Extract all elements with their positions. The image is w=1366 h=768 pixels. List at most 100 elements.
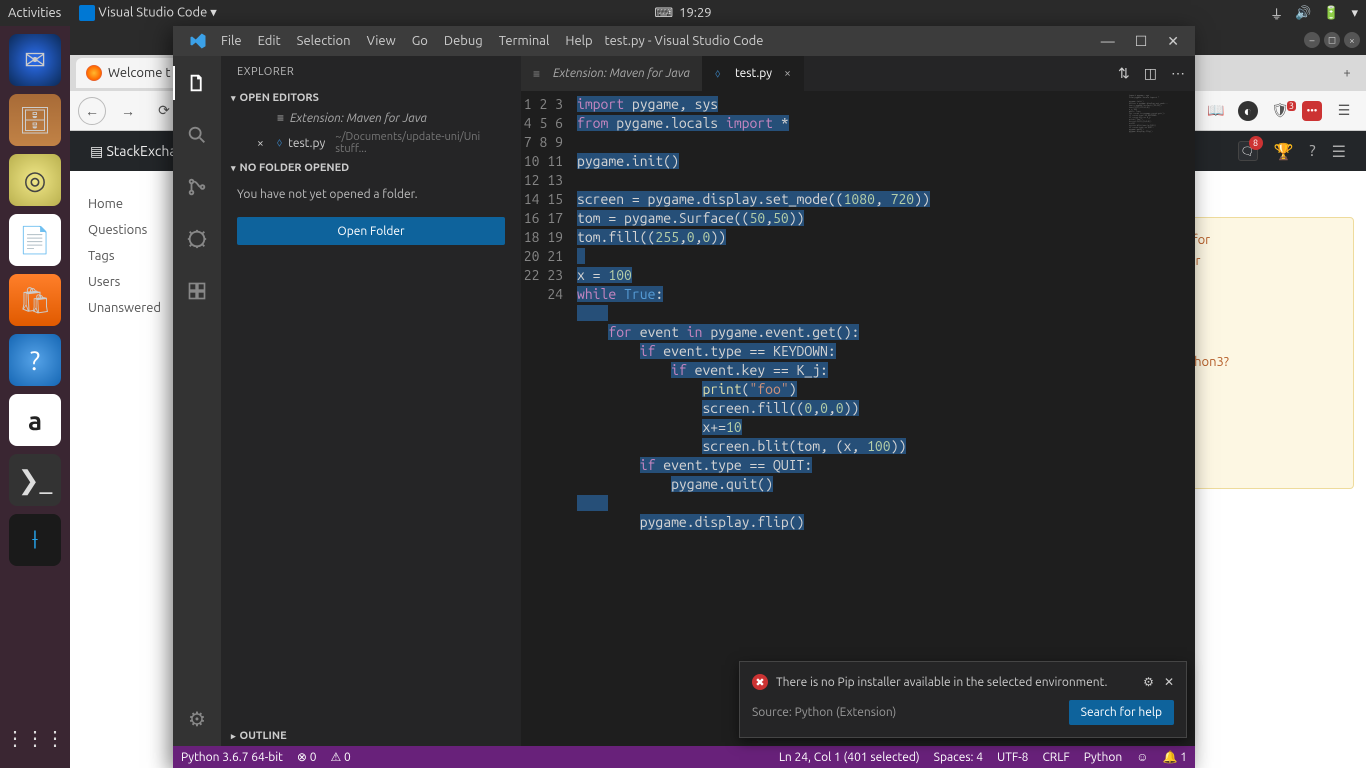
scm-icon[interactable] xyxy=(173,170,221,204)
reader-icon[interactable]: 📖 xyxy=(1202,97,1230,125)
status-python[interactable]: Python 3.6.7 64-bit xyxy=(181,751,283,764)
open-editor-testpy[interactable]: × ⬨ test.py ~/Documents/update-uni/Uni s… xyxy=(221,128,521,158)
writer-launcher[interactable]: 📄 xyxy=(9,214,61,266)
menu-go[interactable]: Go xyxy=(412,34,428,48)
status-feedback-icon[interactable]: ☺ xyxy=(1136,750,1148,764)
outline-section[interactable]: OUTLINE xyxy=(221,726,521,746)
compare-icon[interactable]: ⇅ xyxy=(1118,65,1130,82)
sidebar-item-home[interactable]: Home xyxy=(78,191,180,217)
list-icon: ≡ xyxy=(533,67,547,81)
status-language[interactable]: Python xyxy=(1084,751,1123,764)
status-bell-icon[interactable]: 🔔 1 xyxy=(1163,750,1187,764)
minimap[interactable]: import pygame, sysfrom pygame.locals imp… xyxy=(1125,91,1195,746)
python-file-icon: ⬨ xyxy=(277,136,282,150)
menu-help[interactable]: Help xyxy=(565,34,592,48)
activities-label[interactable]: Activities xyxy=(8,6,61,20)
search-for-help-button[interactable]: Search for help xyxy=(1069,700,1174,725)
ff-max-icon[interactable]: ◻ xyxy=(1324,32,1340,48)
vscode-menu: File Edit Selection View Go Debug Termin… xyxy=(221,34,593,48)
ff-close-icon[interactable]: × xyxy=(1344,32,1360,48)
ff-min-icon[interactable]: – xyxy=(1304,32,1320,48)
menu-file[interactable]: File xyxy=(221,34,242,48)
volume-icon[interactable]: 🔊 xyxy=(1295,6,1311,21)
rhythmbox-launcher[interactable]: ◎ xyxy=(9,154,61,206)
notification-toast: ✖ There is no Pip installer available in… xyxy=(739,661,1187,738)
thunderbird-launcher[interactable]: ✉ xyxy=(9,34,61,86)
open-editor-maven[interactable]: ≡ Extension: Maven for Java xyxy=(221,108,521,128)
menu-terminal[interactable]: Terminal xyxy=(499,34,550,48)
tab-maven[interactable]: ≡ Extension: Maven for Java xyxy=(521,56,703,91)
terminal-launcher[interactable]: ❯_ xyxy=(9,454,61,506)
new-tab-button[interactable]: + xyxy=(1336,62,1358,84)
notification-close-icon[interactable]: ✕ xyxy=(1164,675,1174,689)
back-button[interactable]: ← xyxy=(78,97,106,125)
status-warnings[interactable]: ⚠ 0 xyxy=(330,750,350,764)
sidebar-item-tags[interactable]: Tags xyxy=(78,243,180,269)
firefox-tab-label: Welcome t xyxy=(108,66,171,80)
open-folder-button[interactable]: Open Folder xyxy=(237,217,505,245)
status-bar: Python 3.6.7 64-bit ⊗ 0 ⚠ 0 Ln 24, Col 1… xyxy=(173,746,1195,768)
site-switcher-icon[interactable]: ☰ xyxy=(1332,142,1346,161)
close-tab-icon[interactable]: × xyxy=(784,67,791,80)
maximize-button[interactable]: ☐ xyxy=(1135,33,1148,50)
explorer-icon[interactable] xyxy=(173,66,221,100)
status-eol[interactable]: CRLF xyxy=(1042,751,1069,764)
status-encoding[interactable]: UTF-8 xyxy=(997,751,1028,764)
stackexchange-logo[interactable]: ▤ StackExcha xyxy=(90,143,177,160)
battery-icon[interactable]: 🔋 xyxy=(1323,6,1339,21)
amazon-launcher[interactable]: a xyxy=(9,394,61,446)
open-editors-section[interactable]: OPEN EDITORS xyxy=(221,88,521,108)
menu-edit[interactable]: Edit xyxy=(258,34,281,48)
keyboard-icon: ⌨ xyxy=(654,6,673,21)
files-launcher[interactable]: 🗄 xyxy=(9,94,61,146)
code-content[interactable]: import pygame, sys from pygame.locals im… xyxy=(577,91,1125,746)
activity-bar: ⚙ xyxy=(173,56,221,746)
code-editor[interactable]: 1 2 3 4 5 6 7 8 9 10 11 12 13 14 15 16 1… xyxy=(521,91,1195,746)
close-button[interactable]: ✕ xyxy=(1167,33,1179,50)
notification-gear-icon[interactable]: ⚙ xyxy=(1143,675,1154,689)
power-menu-icon[interactable]: ▾ xyxy=(1351,6,1358,21)
apps-grid-icon[interactable]: ⋮⋮⋮ xyxy=(5,726,65,750)
clock[interactable]: 19:29 xyxy=(679,6,712,20)
help-icon[interactable]: ? xyxy=(1309,142,1315,160)
active-app[interactable]: Visual Studio Code ▾ xyxy=(79,5,216,21)
vscode-logo-icon xyxy=(189,32,207,50)
sidebar-item-questions[interactable]: Questions xyxy=(78,217,180,243)
sidebar-item-unanswered[interactable]: Unanswered xyxy=(78,295,180,321)
vscode-icon xyxy=(79,5,95,21)
achievements-icon[interactable]: 🏆 xyxy=(1274,142,1294,161)
search-icon[interactable] xyxy=(173,118,221,152)
hamburger-icon[interactable]: ☰ xyxy=(1330,97,1358,125)
tab-testpy[interactable]: ⬨ test.py × xyxy=(703,56,804,91)
inbox-button[interactable]: 🗨8 xyxy=(1238,141,1258,161)
vscode-window: File Edit Selection View Go Debug Termin… xyxy=(173,26,1195,768)
status-errors[interactable]: ⊗ 0 xyxy=(297,750,317,764)
menu-selection[interactable]: Selection xyxy=(297,34,351,48)
firefox-tab-icon xyxy=(86,65,102,81)
settings-gear-icon[interactable]: ⚙ xyxy=(173,702,221,736)
more-actions-icon[interactable]: ⋯ xyxy=(1171,65,1185,82)
lastpass-icon[interactable]: ••• xyxy=(1302,101,1322,121)
list-icon: ≡ xyxy=(277,111,284,125)
forward-button[interactable]: → xyxy=(114,97,142,125)
firefox-tab[interactable]: Welcome t xyxy=(76,58,181,88)
status-cursor[interactable]: Ln 24, Col 1 (401 selected) xyxy=(779,751,920,764)
status-spaces[interactable]: Spaces: 4 xyxy=(934,751,983,764)
wifi-icon[interactable]: ⏚ xyxy=(1270,4,1283,23)
python-file-icon: ⬨ xyxy=(715,67,729,81)
minimize-button[interactable]: — xyxy=(1101,33,1115,50)
extensions-icon[interactable] xyxy=(173,274,221,308)
software-launcher[interactable]: 🛍 xyxy=(9,274,61,326)
pocket-icon[interactable]: ◐ xyxy=(1238,101,1258,121)
vscode-launcher[interactable]: ⟊ xyxy=(9,514,61,566)
sidebar-item-users[interactable]: Users xyxy=(78,269,180,295)
close-editor-icon[interactable]: × xyxy=(257,137,271,150)
help-launcher[interactable]: ? xyxy=(9,334,61,386)
editor-tabs: ≡ Extension: Maven for Java ⬨ test.py × … xyxy=(521,56,1195,91)
debug-icon[interactable] xyxy=(173,222,221,256)
menu-view[interactable]: View xyxy=(367,34,396,48)
shield-icon[interactable]: 🛡3 xyxy=(1266,97,1294,125)
split-editor-icon[interactable]: ◫ xyxy=(1144,65,1157,82)
menu-debug[interactable]: Debug xyxy=(444,34,483,48)
no-folder-section[interactable]: NO FOLDER OPENED xyxy=(221,158,521,178)
